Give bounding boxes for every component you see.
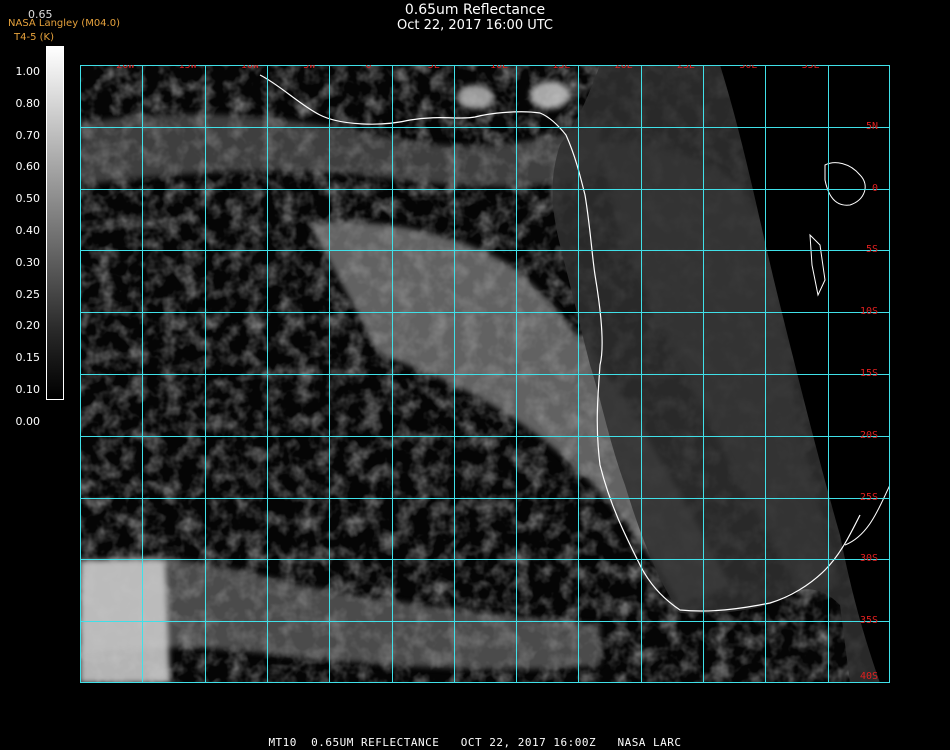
cloud-convective-cell [530,81,570,109]
latitude-label: 5N [866,120,879,132]
longitude-label: 25E [677,65,696,71]
colorbar-tick-label: 0.15 [15,351,41,365]
latitude-label: 15S [860,368,879,379]
colorbar-tick-label: 0.30 [15,255,41,269]
longitude-label: 10W [240,65,259,71]
longitude-label: 15W [178,65,197,71]
colorbar-tick-label: 0.70 [15,128,41,142]
longitude-label: 20E [614,65,633,71]
latitude-label: 20S [860,429,879,441]
colorbar-tick-label: 1.00 [15,65,41,78]
longitude-label: 20W [116,65,135,71]
cloud-convective-cell [457,85,493,109]
map-canvas [80,65,890,683]
colorbar-tick-label: 0.00 [15,414,41,428]
longitude-label: 5W [303,65,316,71]
longitude-label: 15E [552,65,571,71]
image-timestamp: Oct 22, 2017 16:00 UTC [397,18,553,33]
colorbar-tick-label: 0.25 [15,287,41,301]
colorbar-tick-label: 0.80 [15,96,41,110]
latitude-label: 0 [872,182,879,194]
longitude-label: 30E [739,65,758,71]
longitude-label: 10E [490,65,509,71]
colorbar-tick-label: 0.20 [15,319,41,333]
latitude-label: 25S [860,491,879,503]
reflectance-colorbar [46,46,64,400]
colorbar-tick-label: 0.40 [15,224,41,237]
satellite-map[interactable]: 25W20W15W10W5W05E10E15E20E25E30E35E 5N05… [80,65,890,683]
longitude-label: 5E [427,65,440,71]
image-footer: MT10 0.65UM REFLECTANCE OCT 22, 2017 16:… [268,736,682,749]
colorbar-tick-label: 0.10 [15,383,41,396]
latitude-label: 40S [860,671,879,682]
latitude-label: 5S [866,244,879,256]
colorbar-tick-label: 0.60 [15,160,41,174]
latitude-label: 30S [860,553,879,565]
credit-units: T4-5 (K) [14,32,54,43]
latitude-label: 10S [860,306,879,318]
longitude-label: 0 [365,65,372,71]
image-title: 0.65um Reflectance [404,2,546,18]
latitude-label: 35S [860,615,879,627]
colorbar-tick-label: 0.50 [15,192,41,206]
longitude-label: 35E [801,65,820,71]
credit-source: NASA Langley (M04.0) [8,18,120,29]
